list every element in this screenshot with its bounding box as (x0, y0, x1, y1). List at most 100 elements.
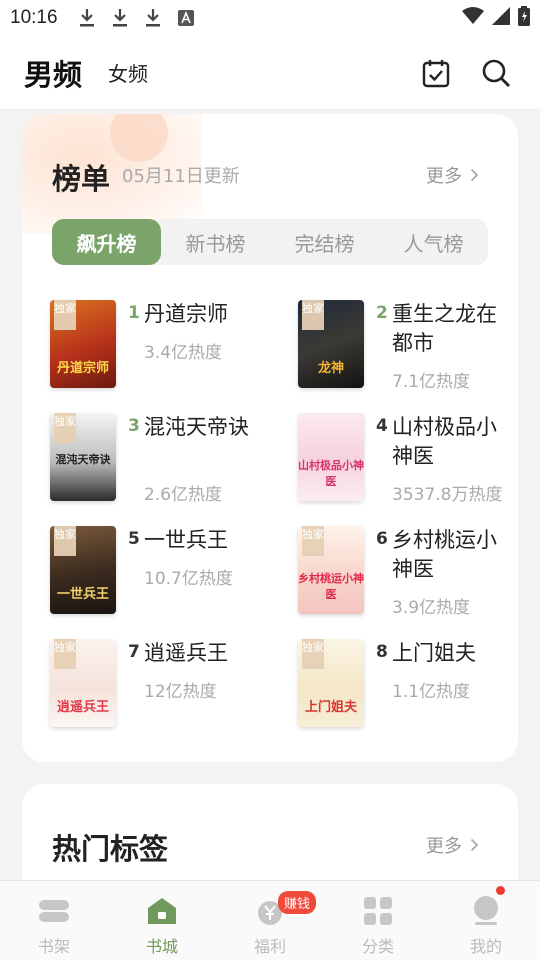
ranking-more-link[interactable]: 更多 (426, 162, 479, 188)
rank-number: 6 (376, 529, 388, 549)
book-item[interactable]: 山村极品小神医 4 山村极品小神医 3537.8万热度 (298, 413, 518, 513)
notification-dot (496, 886, 505, 895)
cover-title: 逍遥兵王 (56, 700, 109, 715)
download-icon (142, 7, 164, 29)
rank-number: 2 (376, 303, 388, 323)
exclusive-badge: 独家 (302, 639, 324, 669)
category-icon (362, 895, 394, 927)
book-title: 一世兵王 (144, 528, 228, 552)
store-icon (146, 895, 178, 927)
book-heat: 3.4亿热度 (144, 343, 223, 363)
rank-number: 8 (376, 642, 388, 662)
book-title: 上门姐夫 (392, 641, 476, 665)
rank-number: 1 (128, 303, 140, 323)
book-cover: 独家 上门姐夫 (298, 639, 364, 727)
nav-bookshelf[interactable]: 书架 (0, 881, 108, 960)
book-heat: 10.7亿热度 (144, 569, 233, 589)
bottom-nav: 书架 书城 赚钱 福利 分类 我的 (0, 880, 540, 960)
search-icon[interactable] (476, 53, 516, 93)
more-label: 更多 (426, 166, 462, 187)
tab-female[interactable]: 女频 (108, 58, 148, 87)
book-title: 山村极品小神医 (392, 415, 497, 468)
ranking-title: 榜单 (52, 162, 111, 196)
signal-icon (492, 6, 510, 30)
ranking-updated: 05月11日更新 (122, 166, 240, 187)
profile-icon (470, 895, 502, 927)
book-item[interactable]: 独家 龙神 2 重生之龙在都市 7.1亿热度 (298, 300, 518, 400)
cover-title: 龙神 (317, 361, 344, 376)
nav-label: 福利 (253, 937, 286, 956)
bookshelf-icon (38, 895, 70, 927)
book-title: 重生之龙在都市 (392, 302, 497, 355)
book-cover: 独家 一世兵王 (50, 526, 116, 614)
rank-number: 3 (128, 416, 140, 436)
book-title: 混沌天帝诀 (144, 415, 249, 439)
nav-store[interactable]: 书城 (108, 881, 216, 960)
tab-completed[interactable]: 完结榜 (270, 219, 379, 265)
cover-title: 乡村桃运小神医 (298, 572, 364, 601)
checkin-icon[interactable] (416, 53, 456, 93)
book-cover: 独家 丹道宗师 (50, 300, 116, 388)
book-heat: 3537.8万热度 (392, 485, 503, 505)
more-label: 更多 (426, 836, 462, 857)
rank-number: 7 (128, 642, 140, 662)
status-bar: 10:16 (0, 0, 540, 36)
book-heat: 1.1亿热度 (392, 682, 471, 702)
top-header: 男频 女频 (0, 36, 540, 110)
book-cover: 独家 乡村桃运小神医 (298, 526, 364, 614)
hot-tags-more-link[interactable]: 更多 (426, 832, 479, 858)
book-item[interactable]: 独家 乡村桃运小神医 6 乡村桃运小神医 3.9亿热度 (298, 526, 518, 626)
book-item[interactable]: 独家 丹道宗师 1 丹道宗师 3.4亿热度 (50, 300, 280, 400)
tab-rising[interactable]: 飙升榜 (52, 219, 161, 265)
cover-title: 一世兵王 (56, 587, 109, 602)
tab-popular[interactable]: 人气榜 (379, 219, 488, 265)
earn-badge: 赚钱 (278, 891, 317, 914)
download-icon (76, 7, 98, 29)
cover-title: 上门姐夫 (304, 700, 357, 715)
hot-tags-title: 热门标签 (52, 832, 169, 866)
nav-profile[interactable]: 我的 (432, 881, 540, 960)
nav-label: 书架 (37, 937, 70, 956)
ranking-tabs: 飙升榜 新书榜 完结榜 人气榜 (52, 219, 488, 265)
book-cover: 独家 逍遥兵王 (50, 639, 116, 727)
status-time: 10:16 (10, 7, 58, 28)
book-title: 丹道宗师 (144, 302, 228, 326)
book-title: 乡村桃运小神医 (392, 528, 497, 581)
tab-new-books[interactable]: 新书榜 (161, 219, 270, 265)
book-cover: 山村极品小神医 (298, 413, 364, 501)
cover-title: 丹道宗师 (56, 361, 109, 376)
book-cover: 独家 混沌天帝诀 (50, 413, 116, 501)
book-heat: 7.1亿热度 (392, 372, 471, 392)
nav-welfare[interactable]: 赚钱 福利 (216, 881, 324, 960)
nav-category[interactable]: 分类 (324, 881, 432, 960)
cover-title: 混沌天帝诀 (55, 453, 111, 466)
exclusive-badge: 独家 (302, 526, 324, 556)
book-item[interactable]: 独家 上门姐夫 8 上门姐夫 1.1亿热度 (298, 639, 518, 739)
exclusive-badge: 独家 (302, 300, 324, 330)
tab-male-label: 男频 (24, 57, 83, 92)
book-title: 逍遥兵王 (144, 641, 228, 665)
tab-male[interactable]: 男频 (23, 52, 84, 94)
book-heat: 12亿热度 (144, 682, 217, 702)
rank-number: 5 (128, 529, 140, 549)
font-app-icon (175, 7, 197, 29)
battery-icon (518, 5, 530, 31)
wifi-icon (462, 6, 484, 30)
book-heat: 3.9亿热度 (392, 598, 471, 618)
cover-title: 山村极品小神医 (298, 459, 364, 488)
rank-number: 4 (376, 416, 388, 436)
ranking-card: 榜单 05月11日更新 更多 飙升榜 新书榜 完结榜 人气榜 独家 丹道宗师 1… (22, 114, 518, 762)
book-item[interactable]: 独家 一世兵王 5 一世兵王 10.7亿热度 (50, 526, 280, 626)
nav-label: 我的 (469, 937, 502, 956)
book-item[interactable]: 独家 逍遥兵王 7 逍遥兵王 12亿热度 (50, 639, 280, 739)
chevron-right-icon (470, 168, 479, 182)
exclusive-badge: 独家 (54, 300, 76, 330)
nav-label: 分类 (361, 937, 394, 956)
exclusive-badge: 独家 (54, 639, 76, 669)
download-icon (109, 7, 131, 29)
exclusive-badge: 独家 (54, 526, 76, 556)
book-item[interactable]: 独家 混沌天帝诀 3 混沌天帝诀 2.6亿热度 (50, 413, 280, 513)
nav-label: 书城 (145, 937, 178, 956)
book-cover: 独家 龙神 (298, 300, 364, 388)
chevron-right-icon (470, 838, 479, 852)
